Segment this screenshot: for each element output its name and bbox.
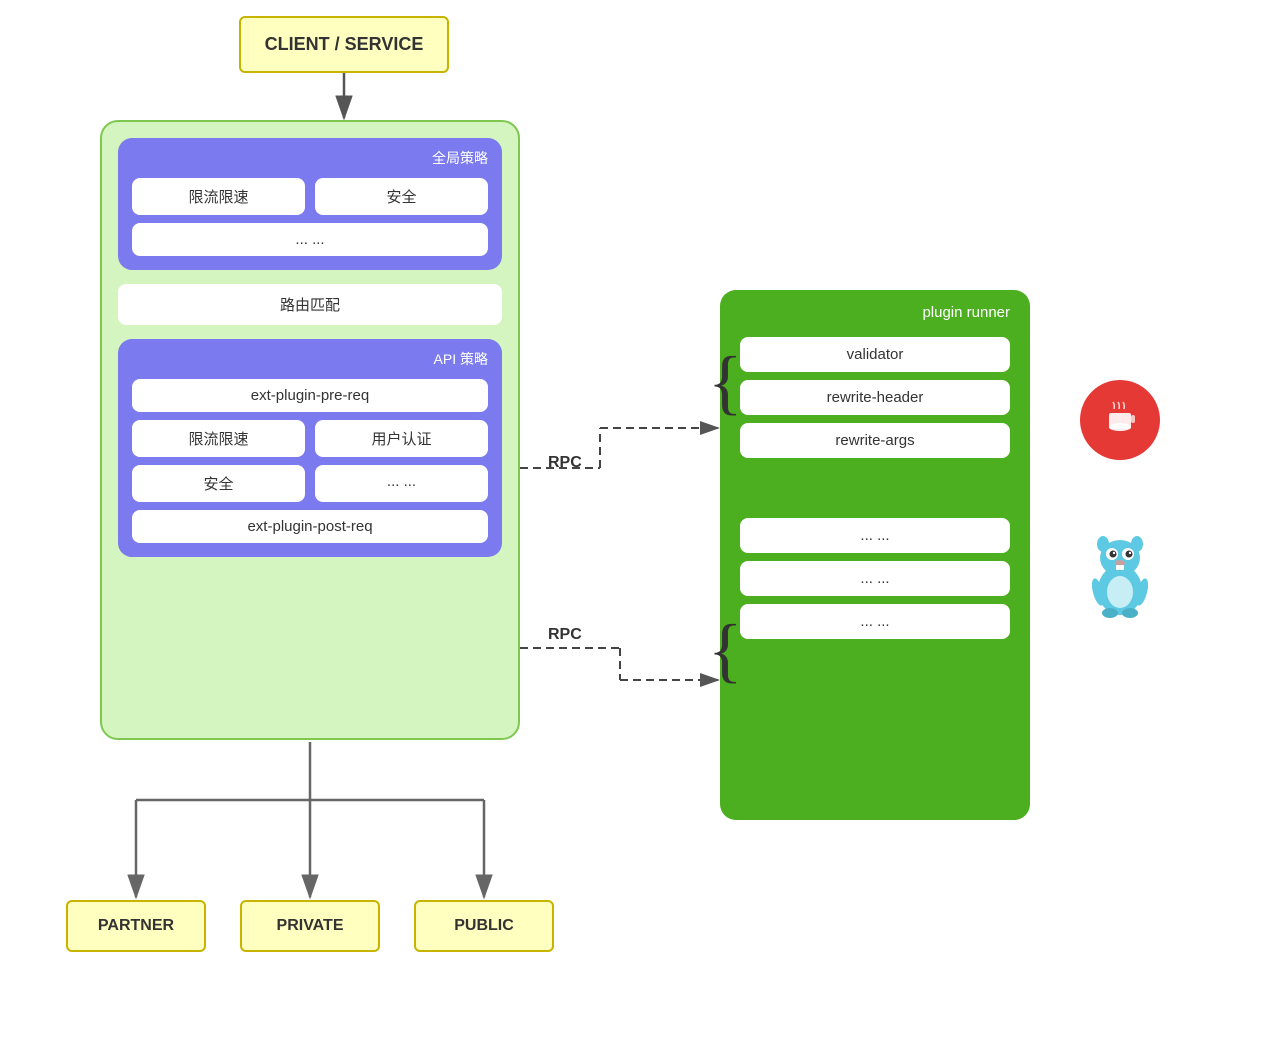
api-policy-title: API 策略	[132, 349, 488, 369]
rpc-label-top: RPC	[548, 454, 582, 472]
plugin-spacer	[740, 478, 1010, 518]
java-cup-svg	[1097, 397, 1143, 443]
diagram: CLIENT / SERVICE 全局策略 限流限速 安全 ... ... 路由…	[0, 0, 1280, 1055]
global-policy-title: 全局策略	[132, 148, 488, 168]
client-service-label: CLIENT / SERVICE	[265, 34, 424, 55]
partner-box: PARTNER	[66, 900, 206, 952]
rate-limit-pill: 限流限速	[132, 178, 305, 215]
private-box: PRIVATE	[240, 900, 380, 952]
private-label: PRIVATE	[277, 917, 344, 935]
rewrite-header-pill: rewrite-header	[740, 380, 1010, 415]
api-security: 安全	[132, 465, 305, 502]
plugin-more-1: ... ...	[740, 518, 1010, 553]
client-service-box: CLIENT / SERVICE	[239, 16, 449, 73]
global-policy-row1: 限流限速 安全	[132, 178, 488, 215]
brace-top: {	[708, 346, 743, 418]
ext-plugin-post-req: ext-plugin-post-req	[132, 510, 488, 543]
route-matching-box: 路由匹配	[118, 284, 502, 325]
partner-label: PARTNER	[98, 917, 174, 935]
public-label: PUBLIC	[454, 917, 514, 935]
plugin-group-top: validator rewrite-header rewrite-args	[740, 337, 1010, 458]
main-green-container: 全局策略 限流限速 安全 ... ... 路由匹配 API 策略 ext-plu…	[100, 120, 520, 740]
plugin-group-bottom: ... ... ... ... ... ...	[740, 518, 1010, 639]
plugin-more-2: ... ...	[740, 561, 1010, 596]
api-policy-box: API 策略 ext-plugin-pre-req 限流限速 用户认证 安全 .…	[118, 339, 502, 557]
rewrite-args-pill: rewrite-args	[740, 423, 1010, 458]
api-rate-limit: 限流限速	[132, 420, 305, 457]
plugin-more-3: ... ...	[740, 604, 1010, 639]
api-user-auth: 用户认证	[315, 420, 488, 457]
plugin-runner-box: plugin runner validator rewrite-header r…	[720, 290, 1030, 820]
global-policy-more: ... ...	[132, 223, 488, 256]
go-gopher-icon	[1085, 530, 1155, 620]
validator-pill: validator	[740, 337, 1010, 372]
public-box: PUBLIC	[414, 900, 554, 952]
global-policy-box: 全局策略 限流限速 安全 ... ...	[118, 138, 502, 270]
brace-bottom: {	[708, 614, 743, 686]
api-more: ... ...	[315, 465, 488, 502]
security-pill: 安全	[315, 178, 488, 215]
plugin-runner-title: plugin runner	[740, 304, 1010, 321]
java-icon	[1080, 380, 1160, 460]
api-policy-row2: 安全 ... ...	[132, 465, 488, 502]
gopher-svg	[1085, 530, 1155, 620]
rpc-label-bottom: RPC	[548, 626, 582, 644]
ext-plugin-pre-req: ext-plugin-pre-req	[132, 379, 488, 412]
api-policy-row1: 限流限速 用户认证	[132, 420, 488, 457]
java-circle	[1080, 380, 1160, 460]
